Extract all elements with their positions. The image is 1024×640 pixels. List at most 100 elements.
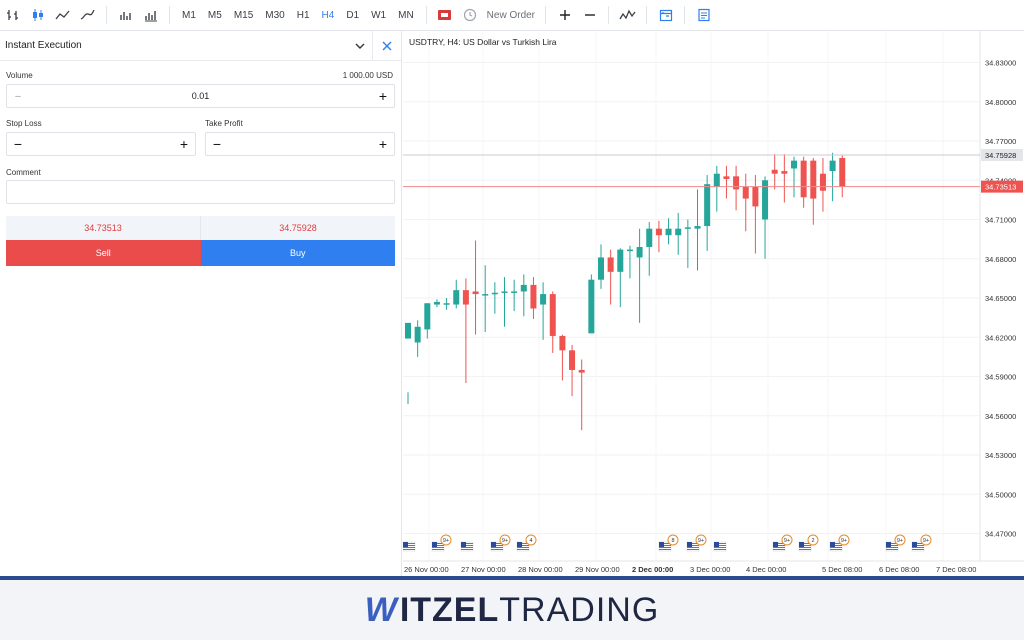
candle-body [723,176,730,179]
event-count-label: 9+ [784,538,790,544]
document-icon[interactable] [691,0,716,31]
volume-input[interactable]: 0.01 [192,91,210,101]
zoom-in-icon[interactable] [552,0,577,31]
ask-price-label: 34.75928 [985,151,1016,160]
flag-canton [403,542,408,547]
clock-icon [458,0,483,31]
event-count-label: 4 [529,538,532,544]
area-chart-icon[interactable] [50,0,75,31]
candle-body [511,291,518,293]
zoom-out-icon[interactable] [577,0,602,31]
event-count-label: 9+ [443,538,449,544]
candle-body [636,246,643,258]
timeframe-mn[interactable]: MN [392,0,420,31]
volume-stepper: – 0.01 + [6,84,395,108]
candle-body [598,257,604,280]
close-icon[interactable] [376,36,398,56]
bar-chart-icon[interactable] [0,0,25,31]
price-axis-label: 34.53000 [985,451,1016,460]
stop-loss-decrease-button[interactable]: − [7,133,29,155]
flag-stripe [830,547,842,548]
candle-body [694,226,701,229]
candle-body [433,301,440,305]
flag-canton [912,542,917,547]
line-chart-icon[interactable] [75,0,100,31]
candle-body [646,228,653,247]
chart-title: USDTRY, H4: US Dollar vs Turkish Lira [409,37,557,47]
take-profit-decrease-button[interactable]: − [206,133,228,155]
flag-stripe [403,547,415,548]
one-click-trading-icon[interactable] [433,0,458,31]
flag-canton [830,542,835,547]
candle-body [810,160,817,199]
timeframe-h1[interactable]: H1 [291,0,316,31]
header-divider [372,31,373,61]
candlestick-icon[interactable] [25,0,50,31]
take-profit-stepper[interactable]: − + [205,132,395,156]
candle-body [675,228,682,236]
time-axis-label: 26 Nov 00:00 [404,565,449,574]
new-order-button[interactable]: New Order [483,0,539,31]
tick-volume-icon[interactable] [138,0,163,31]
flag-canton [773,542,778,547]
execution-type-label: Instant Execution [5,40,82,51]
flag-canton [432,542,437,547]
price-axis-label: 34.68000 [985,255,1016,264]
timeframe-m5[interactable]: M5 [202,0,228,31]
candle-body [443,303,450,305]
candle-body [684,227,691,229]
candle-body [607,257,614,272]
take-profit-increase-button[interactable]: + [372,133,394,155]
stop-loss-stepper[interactable]: − + [6,132,196,156]
time-axis-label: 27 Nov 00:00 [461,565,506,574]
timeframe-m30[interactable]: M30 [259,0,290,31]
comment-label: Comment [6,168,41,177]
price-axis-label: 34.71000 [985,216,1016,225]
take-profit-label: Take Profit [205,119,243,128]
candle-body [733,176,740,190]
time-axis-label: 5 Dec 08:00 [822,565,862,574]
toolbar-divider [684,6,686,24]
indicators-icon[interactable] [615,0,640,31]
candle-body [549,294,556,336]
chevron-down-icon[interactable] [350,36,370,56]
price-chart[interactable]: 34.8300034.8000034.7700034.7400034.71000… [403,31,1024,576]
timeframe-m15[interactable]: M15 [228,0,259,31]
toolbar-divider [106,6,107,24]
sell-button[interactable]: Sell [6,240,201,266]
event-count-label: 9+ [841,538,847,544]
flag-canton [461,542,466,547]
time-axis-label: 2 Dec 00:00 [632,565,673,574]
candle-body [665,228,672,236]
event-count-label: 9+ [502,538,508,544]
event-count-label: 2 [811,538,814,544]
volume-increase-button[interactable]: + [372,85,394,107]
timeframe-h4[interactable]: H4 [316,0,341,31]
volume-bars-icon[interactable] [113,0,138,31]
calendar-icon[interactable] [653,0,678,31]
flag-stripe [517,549,529,550]
comment-input[interactable] [6,180,395,204]
volume-label: Volume [6,71,33,80]
time-axis-label: 6 Dec 08:00 [879,565,919,574]
candle-body [482,294,489,296]
flag-stripe [461,547,473,548]
candle-body [800,160,807,198]
flag-canton [687,542,692,547]
footer-banner: W ITZEL TRADING [0,580,1024,640]
timeframe-d1[interactable]: D1 [340,0,365,31]
stop-loss-increase-button[interactable]: + [173,133,195,155]
buy-button[interactable]: Buy [200,240,395,266]
flag-stripe [491,549,503,550]
time-axis-label: 7 Dec 08:00 [936,565,976,574]
flag-stripe [432,547,444,548]
volume-decrease-button[interactable]: – [7,85,29,107]
timeframe-w1[interactable]: W1 [365,0,392,31]
candle-body [462,290,469,305]
chart-canvas[interactable]: 34.8300034.8000034.7700034.7400034.71000… [403,31,1024,576]
timeframe-m1[interactable]: M1 [176,0,202,31]
price-axis-label: 34.56000 [985,412,1016,421]
flag-stripe [491,547,503,548]
flag-stripe [517,547,529,548]
flag-stripe [461,549,473,550]
